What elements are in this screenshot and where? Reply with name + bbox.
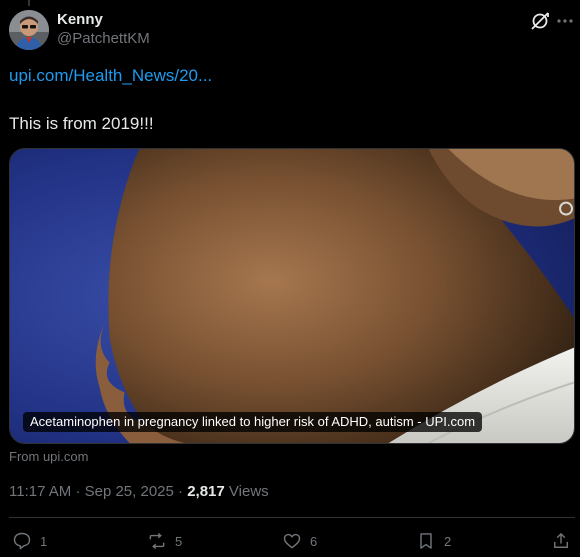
views-count: 2,817 — [187, 483, 225, 500]
repost-icon — [149, 532, 165, 550]
action-bar: 1 5 6 2 — [9, 528, 575, 554]
card-image — [10, 149, 574, 443]
reply-count: 1 — [40, 533, 48, 549]
link-card[interactable]: Acetaminophen in pregnancy linked to hig… — [9, 148, 575, 444]
views-label: Views — [228, 483, 269, 500]
card-title: Acetaminophen in pregnancy linked to hig… — [23, 412, 483, 432]
tweet-header: Kenny @PatchettKM — [9, 10, 573, 52]
bookmark-count: 2 — [444, 533, 452, 549]
display-name[interactable]: Kenny — [57, 11, 150, 29]
card-source[interactable]: From upi.com — [9, 449, 88, 465]
meta-separator: · — [178, 483, 188, 500]
author-names: Kenny @PatchettKM — [57, 11, 150, 49]
repost-count: 5 — [175, 533, 183, 549]
divider — [9, 517, 575, 518]
reply-button[interactable]: 1 — [12, 528, 47, 554]
share-icon — [554, 532, 568, 548]
thread-line — [28, 0, 30, 6]
avatar[interactable] — [9, 10, 49, 50]
user-handle[interactable]: @PatchettKM — [57, 29, 150, 49]
meta-separator: · — [75, 483, 85, 500]
like-count: 6 — [310, 533, 318, 549]
bookmark-button[interactable]: 2 — [416, 528, 451, 554]
tweet-link[interactable]: upi.com/Health_News/20... — [9, 66, 212, 86]
more-icon[interactable] — [555, 12, 575, 30]
like-icon — [283, 533, 301, 549]
tweet-meta: 11:17 AM · Sep 25, 2025 · 2,817 Views — [9, 482, 269, 502]
tweet-date[interactable]: Sep 25, 2025 — [85, 483, 174, 500]
tweet-text: This is from 2019!!! — [9, 114, 154, 133]
like-button[interactable]: 6 — [282, 528, 317, 554]
bookmark-icon — [420, 533, 432, 549]
grok-icon[interactable] — [529, 10, 551, 32]
reply-icon — [13, 532, 31, 550]
tweet-time[interactable]: 11:17 AM — [9, 483, 71, 500]
repost-button[interactable]: 5 — [147, 528, 182, 554]
share-button[interactable] — [551, 528, 571, 554]
